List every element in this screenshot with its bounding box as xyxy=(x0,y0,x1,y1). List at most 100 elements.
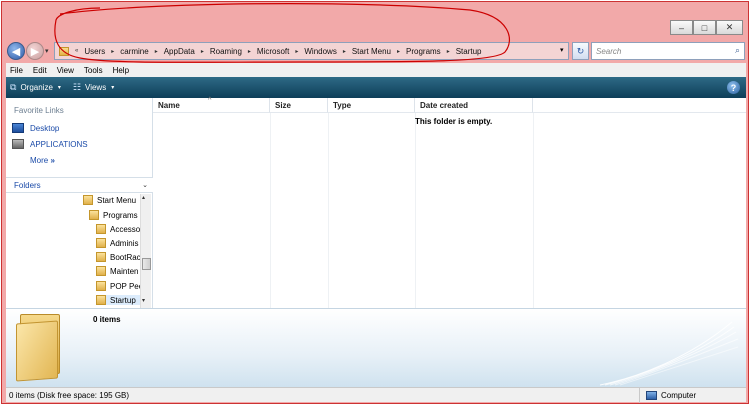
close-button[interactable]: ✕ xyxy=(716,20,743,35)
folders-label: Folders xyxy=(14,180,41,190)
large-folder-icon xyxy=(16,314,66,382)
breadcrumb-roaming[interactable]: Roaming xyxy=(206,47,246,56)
help-icon[interactable]: ? xyxy=(727,81,740,94)
chevron-down-icon: ▾ xyxy=(57,85,61,91)
tree-item-startup[interactable]: Startup xyxy=(96,295,140,305)
breadcrumb-start-menu[interactable]: Start Menu xyxy=(348,47,395,56)
file-list[interactable]: Name ^ Size Type Date created This folde… xyxy=(153,97,746,308)
breadcrumb-windows[interactable]: Windows xyxy=(300,47,340,56)
column-divider xyxy=(415,113,416,308)
window-controls: – □ ✕ xyxy=(670,20,743,35)
breadcrumb-users[interactable]: Users xyxy=(80,47,109,56)
column-header-name[interactable]: Name ^ xyxy=(153,97,270,113)
breadcrumb-carmine[interactable]: carmine xyxy=(116,47,152,56)
tree-item-label: Startup xyxy=(110,295,136,305)
status-location: Computer xyxy=(639,388,696,403)
menu-file[interactable]: File xyxy=(10,66,23,75)
search-box[interactable]: Search ⌕ xyxy=(591,42,745,60)
sort-indicator-icon: ^ xyxy=(208,97,212,103)
maximize-button[interactable]: □ xyxy=(693,20,716,35)
favorite-desktop-label: Desktop xyxy=(30,123,60,133)
folder-tree-scrollbar[interactable]: ▴ ▾ xyxy=(140,194,151,308)
favorite-desktop[interactable]: Desktop xyxy=(12,123,59,133)
tree-item-pop-peeper[interactable]: POP Pee xyxy=(96,281,140,291)
minimize-button[interactable]: – xyxy=(670,20,693,35)
breadcrumb-separator-icon[interactable]: ▸ xyxy=(153,48,160,55)
breadcrumb-startup[interactable]: Startup xyxy=(452,47,486,56)
forward-button[interactable]: ▶ xyxy=(26,42,44,60)
title-frame: – □ ✕ ◀ ▶ ▾ « Users ▸ carmine ▸ AppData … xyxy=(2,2,748,62)
breadcrumb-microsoft[interactable]: Microsoft xyxy=(253,47,293,56)
search-icon[interactable]: ⌕ xyxy=(735,45,740,56)
scroll-up-icon[interactable]: ▴ xyxy=(142,194,145,201)
breadcrumb-separator-icon[interactable]: ▸ xyxy=(293,48,300,55)
column-divider xyxy=(328,113,329,308)
breadcrumb-separator-icon[interactable]: ▸ xyxy=(246,48,253,55)
breadcrumb-separator-icon[interactable]: ▸ xyxy=(199,48,206,55)
content-area: Favorite Links Desktop APPLICATIONS More… xyxy=(6,97,746,308)
favorite-links-title: Favorite Links xyxy=(14,106,64,115)
recent-pages-dropdown[interactable]: ▾ xyxy=(45,47,49,55)
folder-icon xyxy=(96,238,106,248)
favorite-applications-label: APPLICATIONS xyxy=(30,139,88,149)
organize-button[interactable]: ⧉ Organize ▾ xyxy=(10,82,61,93)
breadcrumb-overflow[interactable]: « xyxy=(73,48,80,54)
column-divider xyxy=(270,113,271,308)
breadcrumb-separator-icon[interactable]: ▸ xyxy=(109,48,116,55)
status-text: 0 items (Disk free space: 195 GB) xyxy=(9,390,130,400)
empty-folder-message: This folder is empty. xyxy=(415,117,493,126)
back-button[interactable]: ◀ xyxy=(7,42,25,60)
column-name-label: Name xyxy=(158,100,180,110)
folder-front-shape xyxy=(16,320,58,382)
applications-icon xyxy=(12,139,24,149)
details-pane: 0 items xyxy=(6,308,746,387)
tree-item-accessories[interactable]: Accesso xyxy=(96,224,140,234)
column-header-size[interactable]: Size xyxy=(270,98,328,113)
explorer-window: – □ ✕ ◀ ▶ ▾ « Users ▸ carmine ▸ AppData … xyxy=(1,1,749,404)
tree-item-label: Adminis xyxy=(110,238,139,248)
tree-item-administrative[interactable]: Adminis xyxy=(96,238,140,248)
organize-label: Organize xyxy=(20,83,53,92)
double-chevron-icon: » xyxy=(50,156,55,165)
menu-edit[interactable]: Edit xyxy=(33,66,47,75)
computer-icon xyxy=(646,391,657,400)
scroll-down-icon[interactable]: ▾ xyxy=(142,297,145,304)
tree-item-label: POP Pee xyxy=(110,281,140,291)
breadcrumb-separator-icon[interactable]: ▸ xyxy=(395,48,402,55)
search-input[interactable]: Search xyxy=(596,47,621,56)
folder-icon xyxy=(83,195,93,205)
breadcrumb-separator-icon[interactable]: ▸ xyxy=(445,48,452,55)
more-label: More xyxy=(30,156,49,165)
breadcrumb-separator-icon[interactable]: ▸ xyxy=(341,48,348,55)
tree-item-label: Mainten xyxy=(110,266,139,276)
address-dropdown-icon[interactable]: ▾ xyxy=(560,46,564,54)
tree-item-programs[interactable]: Programs xyxy=(89,210,141,220)
favorite-applications[interactable]: APPLICATIONS xyxy=(12,139,88,149)
tree-item-maintenance[interactable]: Mainten xyxy=(96,266,140,276)
column-header-date-created[interactable]: Date created xyxy=(415,98,533,113)
tree-item-start-menu[interactable]: Start Menu xyxy=(83,195,141,205)
tree-item-label: Accesso xyxy=(110,224,140,234)
chevron-down-icon: ▾ xyxy=(111,85,115,91)
breadcrumb-appdata[interactable]: AppData xyxy=(160,47,199,56)
address-bar[interactable]: « Users ▸ carmine ▸ AppData ▸ Roaming ▸ … xyxy=(54,42,569,60)
tree-item-label: Programs xyxy=(103,210,138,220)
status-bar: 0 items (Disk free space: 195 GB) Comput… xyxy=(6,387,746,403)
details-item-count: 0 items xyxy=(93,315,121,324)
column-header-type[interactable]: Type xyxy=(328,98,415,113)
tree-item-label: BootRac xyxy=(110,252,140,262)
refresh-button[interactable]: ↻ xyxy=(572,42,589,60)
scrollbar-thumb[interactable] xyxy=(142,258,151,270)
organize-icon: ⧉ xyxy=(10,82,17,92)
menu-help[interactable]: Help xyxy=(113,66,129,75)
decorative-swoosh-icon xyxy=(600,321,739,386)
folder-icon xyxy=(96,224,106,234)
breadcrumb-programs[interactable]: Programs xyxy=(402,47,445,56)
menu-view[interactable]: View xyxy=(57,66,74,75)
more-links[interactable]: More » xyxy=(30,156,55,165)
views-button[interactable]: ☷ Views ▾ xyxy=(73,82,114,93)
folders-toggle[interactable]: Folders ⌄ xyxy=(6,177,153,193)
column-header-filler xyxy=(533,98,746,113)
tree-item-bootrac[interactable]: BootRac xyxy=(96,252,140,262)
menu-tools[interactable]: Tools xyxy=(84,66,103,75)
